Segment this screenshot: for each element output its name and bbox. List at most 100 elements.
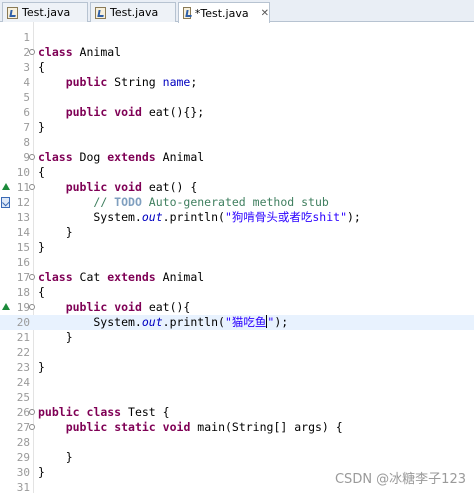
code-line-21[interactable]: 21 } xyxy=(0,330,474,345)
task-marker-icon[interactable] xyxy=(1,197,10,208)
code-line-8[interactable]: 8 xyxy=(0,135,474,150)
tab-label: *Test.java xyxy=(194,6,249,20)
code-line-2[interactable]: 2 class Animal xyxy=(0,45,474,60)
code-line-14[interactable]: 14 } xyxy=(0,225,474,240)
fold-toggle-icon[interactable] xyxy=(29,154,35,160)
fold-toggle-icon[interactable] xyxy=(29,304,35,310)
line-number: 10 xyxy=(16,166,30,179)
line-number: 3 xyxy=(23,61,30,74)
code-text[interactable]: class Cat extends Animal xyxy=(38,270,204,285)
code-line-3[interactable]: 3{ xyxy=(0,60,474,75)
line-number: 17 xyxy=(16,271,30,284)
code-line-28[interactable]: 28 xyxy=(0,435,474,450)
code-text[interactable]: { xyxy=(38,60,45,75)
code-editor[interactable]: 1 2 class Animal 3{4 public String name; 5 6 … xyxy=(0,22,474,494)
line-number: 22 xyxy=(16,346,30,359)
code-text[interactable]: public void eat(){}; xyxy=(38,105,205,120)
code-line-19[interactable]: 19 public void eat(){ xyxy=(0,300,474,315)
watermark: CSDN @冰糖李子123 xyxy=(334,472,466,487)
line-number: 24 xyxy=(16,376,30,389)
fold-toggle-icon[interactable] xyxy=(29,184,35,190)
editor-tab-bar: Test.java Test.java *Test.java ✕ xyxy=(0,0,474,23)
code-text[interactable]: } xyxy=(38,330,73,345)
code-text[interactable]: public static void main(String[] args) { xyxy=(38,420,343,435)
java-file-icon xyxy=(95,6,106,19)
code-line-11[interactable]: 11 public void eat() { xyxy=(0,180,474,195)
code-text[interactable]: } xyxy=(38,120,45,135)
code-text[interactable]: { xyxy=(38,285,45,300)
fold-toggle-icon[interactable] xyxy=(29,274,35,280)
code-text[interactable]: } xyxy=(38,225,73,240)
line-number: 5 xyxy=(23,91,30,104)
line-number: 27 xyxy=(16,421,30,434)
close-icon[interactable]: ✕ xyxy=(261,8,269,19)
line-number: 13 xyxy=(16,211,30,224)
code-line-24[interactable]: 24 xyxy=(0,375,474,390)
tab-label: Test.java xyxy=(110,6,159,19)
fold-toggle-icon[interactable] xyxy=(29,49,35,55)
code-line-27[interactable]: 27 public static void main(String[] args… xyxy=(0,420,474,435)
java-file-icon xyxy=(183,7,191,19)
code-line-12[interactable]: 12 // TODO Auto-generated method stub xyxy=(0,195,474,210)
code-text[interactable]: public void eat(){ xyxy=(38,300,191,315)
code-text[interactable]: public class Test { xyxy=(38,405,170,420)
code-line-23[interactable]: 23} xyxy=(0,360,474,375)
tab-test-java-active[interactable]: *Test.java ✕ xyxy=(178,2,270,23)
code-line-1[interactable]: 1 xyxy=(0,30,474,45)
code-line-17[interactable]: 17 class Cat extends Animal xyxy=(0,270,474,285)
code-line-25[interactable]: 25 xyxy=(0,390,474,405)
line-number: 25 xyxy=(16,391,30,404)
text-cursor xyxy=(266,315,268,328)
line-number: 18 xyxy=(16,286,30,299)
line-number: 29 xyxy=(16,451,30,464)
line-number: 28 xyxy=(16,436,30,449)
tab-test-java-1[interactable]: Test.java xyxy=(2,2,88,22)
code-text[interactable]: } xyxy=(38,240,45,255)
line-number: 8 xyxy=(23,136,30,149)
line-number: 14 xyxy=(16,226,30,239)
code-text[interactable]: System.out.println("狗啃骨头或者吃shit"); xyxy=(38,210,360,225)
line-number: 9 xyxy=(23,151,30,164)
code-line-9[interactable]: 9 class Dog extends Animal xyxy=(0,150,474,165)
fold-toggle-icon[interactable] xyxy=(29,424,35,430)
code-line-29[interactable]: 29 } xyxy=(0,450,474,465)
tab-test-java-2[interactable]: Test.java xyxy=(90,2,176,22)
line-number: 7 xyxy=(23,121,30,134)
code-text[interactable]: public void eat() { xyxy=(38,180,198,195)
tab-label: Test.java xyxy=(22,6,71,19)
java-file-icon xyxy=(7,6,18,19)
code-text[interactable]: } xyxy=(38,450,73,465)
code-line-10[interactable]: 10 { xyxy=(0,165,474,180)
code-text[interactable]: // TODO Auto-generated method stub xyxy=(38,195,328,210)
line-number: 30 xyxy=(16,466,30,479)
code-text[interactable]: } xyxy=(38,465,45,480)
code-line-20[interactable]: 20 System.out.println("猫吃鱼"); xyxy=(0,315,474,330)
code-text[interactable]: } xyxy=(38,360,45,375)
code-line-16[interactable]: 16 xyxy=(0,255,474,270)
code-line-26[interactable]: 26 public class Test { xyxy=(0,405,474,420)
code-line-5[interactable]: 5 xyxy=(0,90,474,105)
code-line-15[interactable]: 15} xyxy=(0,240,474,255)
override-marker-icon[interactable] xyxy=(2,183,10,190)
code-line-4[interactable]: 4 public String name; xyxy=(0,75,474,90)
code-text[interactable]: class Animal xyxy=(38,45,121,60)
code-line-13[interactable]: 13 System.out.println("狗啃骨头或者吃shit"); xyxy=(0,210,474,225)
line-number: 1 xyxy=(23,31,30,44)
line-number: 23 xyxy=(16,361,30,374)
code-line-18[interactable]: 18 { xyxy=(0,285,474,300)
line-number: 15 xyxy=(16,241,30,254)
code-line-7[interactable]: 7} xyxy=(0,120,474,135)
fold-toggle-icon[interactable] xyxy=(29,409,35,415)
line-number: 26 xyxy=(16,406,30,419)
code-line-6[interactable]: 6 public void eat(){}; xyxy=(0,105,474,120)
override-marker-icon[interactable] xyxy=(2,303,10,310)
code-line-22[interactable]: 22 xyxy=(0,345,474,360)
code-text[interactable]: class Dog extends Animal xyxy=(38,150,204,165)
code-text[interactable]: System.out.println("猫吃鱼"); xyxy=(38,315,288,330)
line-number: 4 xyxy=(23,76,30,89)
line-number: 6 xyxy=(23,106,30,119)
line-number: 20 xyxy=(16,316,30,329)
code-text[interactable]: public String name; xyxy=(38,75,198,90)
line-number: 2 xyxy=(23,46,30,59)
code-text[interactable]: { xyxy=(38,165,45,180)
